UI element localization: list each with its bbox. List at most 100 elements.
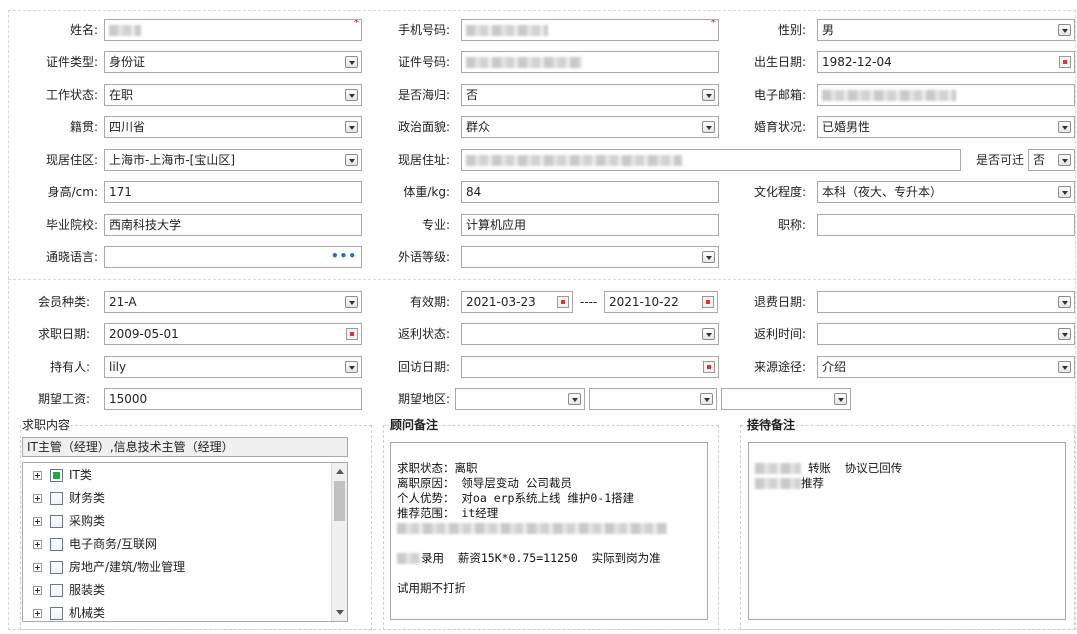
chevron-down-icon[interactable] [1058, 361, 1071, 373]
chevron-down-icon[interactable] [1058, 296, 1071, 308]
workstatus-select[interactable]: 在职 [104, 84, 362, 106]
note-line: 录用 薪资15K*0.75=11250 实际到岗为准 [397, 551, 701, 566]
chevron-down-icon[interactable] [1058, 24, 1071, 36]
source-select[interactable]: 介绍 [817, 356, 1075, 378]
address-input[interactable] [461, 149, 961, 171]
phone-input[interactable]: * [461, 19, 719, 41]
language-picker[interactable]: ••• [104, 246, 362, 268]
chevron-down-icon[interactable] [345, 89, 358, 101]
gender-select[interactable]: 男 [817, 19, 1075, 41]
calendar-icon[interactable] [703, 361, 715, 373]
region-district-select[interactable] [721, 388, 851, 410]
height-value: 171 [109, 185, 132, 199]
selected-jobs-field[interactable]: IT主管（经理）,信息技术主管（经理） [22, 437, 348, 457]
native-select[interactable]: 四川省 [104, 116, 362, 138]
relocate-select[interactable]: 否 [1028, 149, 1075, 171]
expand-plus-icon[interactable] [33, 586, 42, 595]
expand-plus-icon[interactable] [33, 517, 42, 526]
chevron-down-icon[interactable] [1058, 328, 1071, 340]
chevron-down-icon[interactable] [1058, 121, 1071, 133]
advisor-notes-textarea[interactable]: 求职状态：离职 离职原因： 领导层变动 公司裁员 个人优势： 对oa erp系统上线… [390, 442, 708, 620]
tree-item[interactable]: 服装类 [23, 579, 347, 602]
tree-item-checkbox[interactable] [50, 561, 63, 574]
calendar-icon[interactable] [702, 296, 714, 308]
residence-select[interactable]: 上海市-上海市-[宝山区] [104, 149, 362, 171]
tree-item-checkbox[interactable] [50, 607, 63, 620]
height-input[interactable]: 171 [104, 181, 362, 203]
major-input[interactable]: 计算机应用 [461, 214, 719, 236]
holder-select[interactable]: lily [104, 356, 362, 378]
idtype-label: 证件类型: [45, 55, 98, 69]
jobhunt-date-input[interactable]: 2009-05-01 [104, 323, 362, 345]
chevron-down-icon[interactable] [1058, 154, 1071, 166]
political-select[interactable]: 群众 [461, 116, 719, 138]
idno-label: 证件号码: [397, 55, 450, 69]
title-input[interactable] [817, 214, 1075, 236]
expand-plus-icon[interactable] [33, 471, 42, 480]
birth-date-input[interactable]: 1982-12-04 [817, 51, 1075, 73]
email-input[interactable] [817, 84, 1075, 106]
expand-plus-icon[interactable] [33, 609, 42, 618]
tree-item-checkbox[interactable] [50, 584, 63, 597]
expand-plus-icon[interactable] [33, 540, 42, 549]
chevron-down-icon[interactable] [834, 393, 847, 405]
region-province-select[interactable] [455, 388, 585, 410]
chevron-down-icon[interactable] [702, 328, 715, 340]
job-category-tree[interactable]: IT类 财务类 采购类 电子商务/互联网 房地产/建筑/物业管理 服装类机械类 [22, 462, 348, 622]
chevron-down-icon[interactable] [345, 56, 358, 68]
tree-item[interactable]: 电子商务/互联网 [23, 533, 347, 556]
tree-item[interactable]: 房地产/建筑/物业管理 [23, 556, 347, 579]
tree-item-label: 机械类 [69, 606, 106, 620]
tree-item[interactable]: 机械类 [23, 602, 347, 621]
chevron-down-icon[interactable] [345, 154, 358, 166]
expand-plus-icon[interactable] [33, 494, 42, 503]
school-input[interactable]: 西南科技大学 [104, 214, 362, 236]
chevron-down-icon[interactable] [702, 121, 715, 133]
refund-date-select[interactable] [817, 291, 1075, 313]
calendar-icon[interactable] [346, 328, 358, 340]
scroll-thumb[interactable] [334, 481, 345, 521]
marital-select[interactable]: 已婚男性 [817, 116, 1075, 138]
validity-start-input[interactable]: 2021-03-23 [461, 291, 573, 313]
idno-input[interactable] [461, 51, 719, 73]
expand-plus-icon[interactable] [33, 563, 42, 572]
reception-notes-textarea[interactable]: 转账 协议已回传 推荐 [748, 442, 1066, 620]
member-type-select[interactable]: 21-A [104, 291, 362, 313]
tree-scrollbar[interactable] [331, 463, 347, 621]
chevron-down-icon[interactable] [702, 251, 715, 263]
tree-item[interactable]: 财务类 [23, 487, 347, 510]
chevron-down-icon[interactable] [568, 393, 581, 405]
gender-value: 男 [822, 23, 835, 37]
foreign-level-select[interactable] [461, 246, 719, 268]
name-input[interactable]: * [104, 19, 362, 41]
chevron-down-icon[interactable] [1058, 186, 1071, 198]
rebate-time-select[interactable] [817, 323, 1075, 345]
rebate-status-select[interactable] [461, 323, 719, 345]
returnee-select[interactable]: 否 [461, 84, 719, 106]
region-city-select[interactable] [589, 388, 717, 410]
chevron-down-icon[interactable] [702, 89, 715, 101]
tree-item-checkbox[interactable] [50, 515, 63, 528]
calendar-icon[interactable] [1059, 56, 1071, 68]
revisit-date-input[interactable] [461, 356, 719, 378]
chevron-down-icon[interactable] [345, 121, 358, 133]
scroll-down-icon[interactable] [336, 610, 344, 615]
weight-input[interactable]: 84 [461, 181, 719, 203]
scroll-up-icon[interactable] [336, 469, 344, 474]
tree-item[interactable]: 采购类 [23, 510, 347, 533]
idtype-select[interactable]: 身份证 [104, 51, 362, 73]
chevron-down-icon[interactable] [700, 393, 713, 405]
more-options-icon[interactable]: ••• [331, 247, 357, 265]
tree-item-checkbox[interactable] [50, 492, 63, 505]
salary-input[interactable]: 15000 [104, 388, 362, 410]
chevron-down-icon[interactable] [345, 296, 358, 308]
chevron-down-icon[interactable] [345, 361, 358, 373]
tree-item-checkbox[interactable] [50, 538, 63, 551]
education-select[interactable]: 本科（夜大、专升本） [817, 181, 1075, 203]
tree-item-checkbox[interactable] [50, 469, 63, 482]
note-line-text: 推荐 [801, 476, 824, 490]
political-value: 群众 [466, 120, 491, 134]
tree-item[interactable]: IT类 [23, 464, 347, 487]
calendar-icon[interactable] [557, 296, 569, 308]
validity-end-input[interactable]: 2021-10-22 [604, 291, 718, 313]
